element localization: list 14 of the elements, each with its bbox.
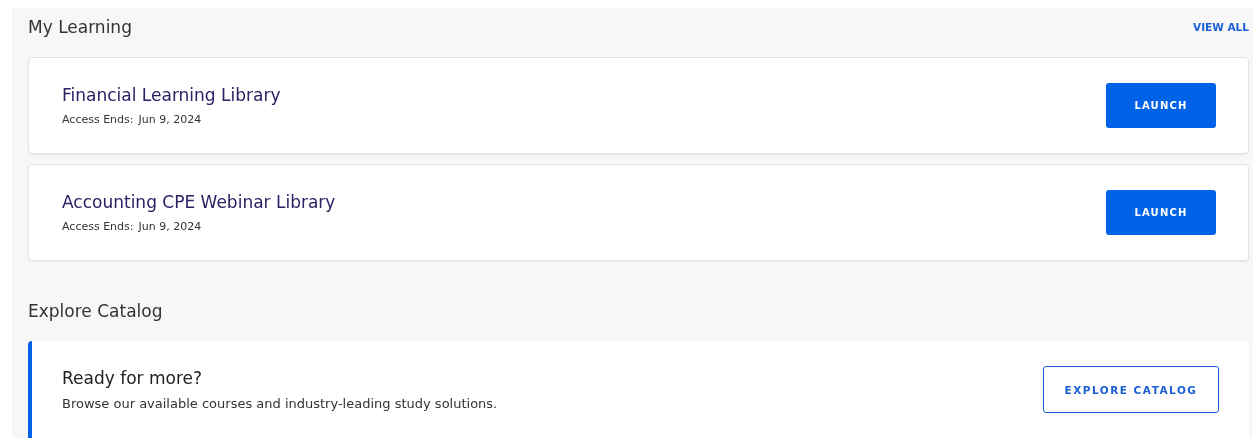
explore-catalog-button[interactable]: EXPLORE CATALOG (1043, 366, 1219, 413)
promo-text: Browse our available courses and industry-leading study solutions. (62, 396, 498, 411)
access-label: Access Ends: (62, 113, 134, 126)
access-date: Jun 9, 2024 (138, 220, 202, 233)
access-date: Jun 9, 2024 (138, 113, 202, 126)
view-all-link[interactable]: VIEW ALL (1193, 21, 1249, 33)
launch-button[interactable]: LAUNCH (1106, 190, 1216, 235)
access-label: Access Ends: (62, 220, 134, 233)
section-title: My Learning (28, 17, 132, 37)
section-title: Explore Catalog (28, 301, 164, 321)
promo-heading: Ready for more? (62, 368, 204, 388)
launch-button[interactable]: LAUNCH (1106, 83, 1216, 128)
course-title: Financial Learning Library (62, 85, 281, 105)
course-title: Accounting CPE Webinar Library (62, 192, 336, 212)
